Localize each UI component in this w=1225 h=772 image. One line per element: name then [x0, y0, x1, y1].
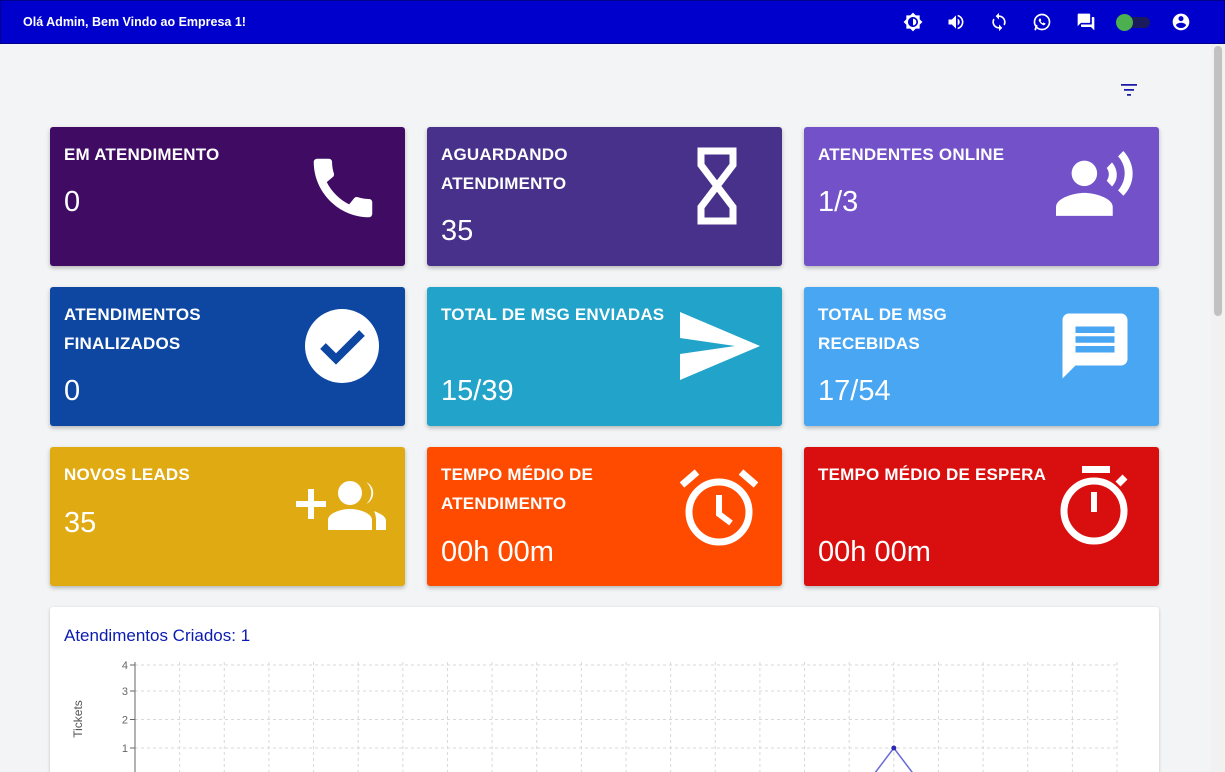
card-label: EM ATENDIMENTO — [64, 145, 220, 164]
chart-ytick-label: 2 — [122, 715, 128, 727]
greeting-text: Olá Admin, Bem Vindo ao Empresa 1! — [23, 15, 246, 29]
whatsapp-icon[interactable] — [1032, 12, 1052, 32]
card-value: 0 — [64, 186, 81, 218]
filter-icon[interactable] — [1117, 80, 1141, 100]
card-value: 15/39 — [441, 375, 514, 407]
chart-point — [891, 745, 897, 751]
card-atendentes-online[interactable]: ATENDENTES ONLINE 1/3 — [804, 127, 1159, 266]
card-msg-enviadas[interactable]: TOTAL DE MSG ENVIADAS 15/39 — [427, 287, 782, 426]
toggle-knob — [1116, 14, 1133, 31]
card-value: 00h 00m — [441, 536, 554, 568]
card-tempo-espera[interactable]: TEMPO MÉDIO DE ESPERA 00h 00m — [804, 447, 1159, 586]
card-aguardando[interactable]: AGUARDANDO ATENDIMENTO 35 — [427, 127, 782, 266]
timer-icon — [1056, 464, 1136, 551]
alarm-icon — [679, 467, 759, 552]
chat-icon[interactable] — [1076, 12, 1096, 32]
send-icon — [679, 311, 761, 386]
chart-ytick-label: 4 — [122, 660, 128, 672]
chart-ylabel: Tickets — [71, 700, 85, 738]
status-toggle[interactable] — [1116, 14, 1150, 31]
chart-card: Atendimentos Criados: 1 1 2 3 4 Tickets — [50, 607, 1159, 772]
card-msg-recebidas[interactable]: TOTAL DE MSG RECEBIDAS 17/54 — [804, 287, 1159, 426]
record-voice-icon — [1051, 145, 1139, 228]
refresh-icon[interactable] — [989, 12, 1009, 32]
card-label: TOTAL DE MSG RECEBIDAS — [818, 305, 947, 353]
card-label: NOVOS LEADS — [64, 465, 190, 484]
message-icon — [1056, 307, 1134, 390]
card-label: TOTAL DE MSG ENVIADAS — [441, 305, 665, 324]
scrollbar-thumb[interactable] — [1214, 46, 1222, 316]
chart-ytick-label: 3 — [122, 686, 128, 698]
volume-icon[interactable] — [946, 12, 966, 32]
card-em-atendimento[interactable]: EM ATENDIMENTO 0 — [50, 127, 405, 266]
card-novos-leads[interactable]: NOVOS LEADS 35 — [50, 447, 405, 586]
card-tempo-atendimento[interactable]: TEMPO MÉDIO DE ATENDIMENTO 00h 00m — [427, 447, 782, 586]
card-value: 1/3 — [818, 186, 859, 218]
phone-icon — [304, 149, 382, 232]
card-label: ATENDENTES ONLINE — [818, 145, 1005, 164]
chart-ytick-label: 1 — [122, 743, 128, 755]
card-label: ATENDIMENTOS FINALIZADOS — [64, 305, 201, 353]
card-label: AGUARDANDO ATENDIMENTO — [441, 145, 568, 193]
card-value: 00h 00m — [818, 536, 931, 568]
page-scrollbar[interactable] — [1211, 44, 1225, 772]
account-icon[interactable] — [1171, 12, 1191, 32]
card-value: 35 — [441, 215, 474, 247]
card-label: TEMPO MÉDIO DE ESPERA — [818, 465, 1047, 484]
card-label: TEMPO MÉDIO DE ATENDIMENTO — [441, 465, 594, 513]
hourglass-icon — [686, 146, 748, 231]
group-add-icon — [296, 477, 388, 542]
brightness-icon[interactable] — [903, 12, 923, 32]
card-value: 0 — [64, 375, 81, 407]
card-value: 35 — [64, 507, 97, 539]
check-circle-icon — [303, 307, 381, 390]
card-value: 17/54 — [818, 375, 891, 407]
card-finalizados[interactable]: ATENDIMENTOS FINALIZADOS 0 — [50, 287, 405, 426]
tickets-line-chart: 1 2 3 4 Tickets — [71, 660, 1118, 772]
